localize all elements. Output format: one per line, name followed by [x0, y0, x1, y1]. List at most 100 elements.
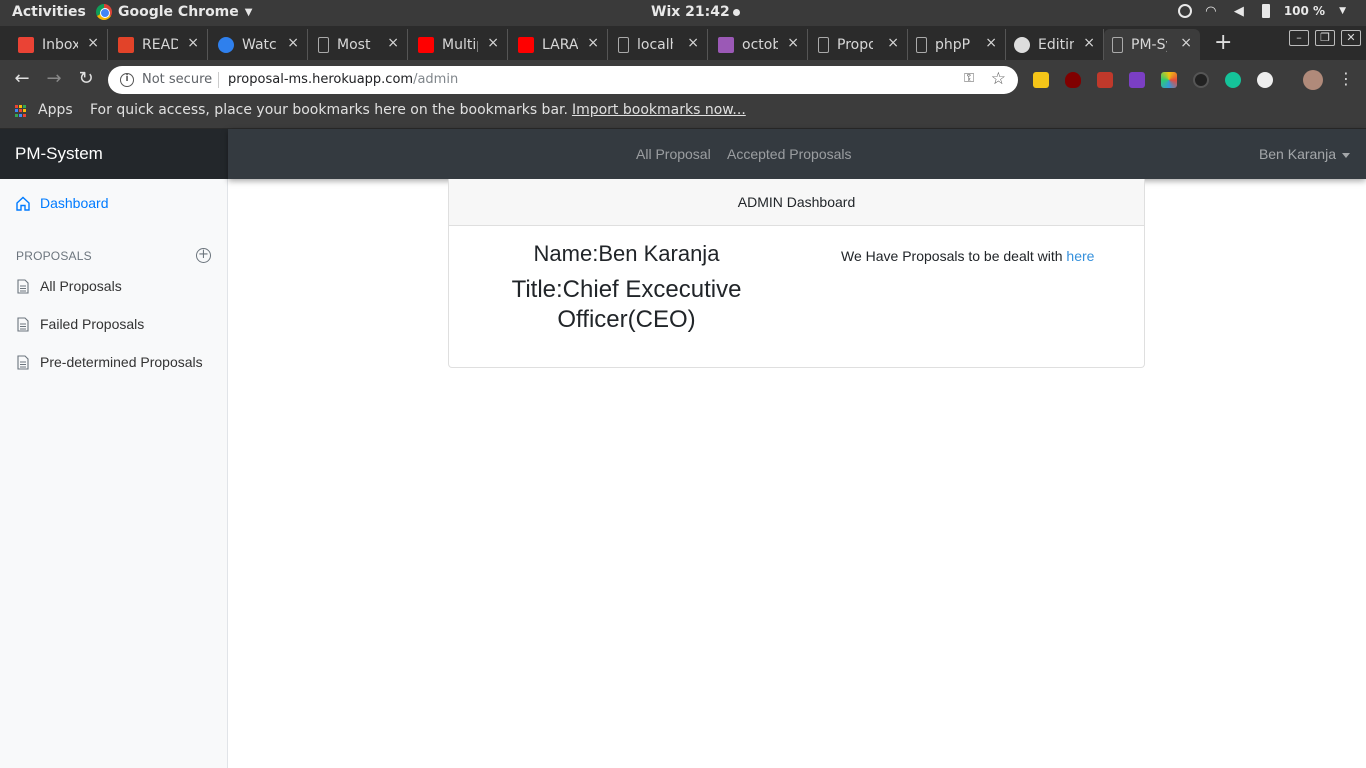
- security-label: Not secure: [142, 72, 213, 87]
- extension-ublock-icon[interactable]: [1065, 72, 1081, 88]
- sidebar-item-failed-proposals[interactable]: Failed Proposals: [16, 316, 144, 332]
- tab-title: Most: [337, 36, 371, 53]
- address-bar[interactable]: i Not secure proposal-ms.herokuapp.com/a…: [108, 66, 1018, 94]
- nav-accepted-proposals[interactable]: Accepted Proposals: [727, 146, 852, 162]
- browser-toolbar: ← → ↻ i Not secure proposal-ms.herokuapp…: [0, 60, 1366, 100]
- apps-shortcut[interactable]: Apps: [38, 102, 73, 118]
- app-menu[interactable]: Google Chrome ▼: [96, 4, 252, 20]
- bookmarks-bar: Apps For quick access, place your bookma…: [0, 100, 1366, 129]
- tab-title: PM-System: [1131, 36, 1167, 53]
- close-tab-icon[interactable]: ×: [487, 35, 499, 51]
- volume-icon: ◀: [1233, 4, 1244, 19]
- forward-button[interactable]: →: [42, 68, 66, 89]
- sidebar-item-predetermined-proposals[interactable]: Pre-determined Proposals: [16, 354, 203, 370]
- close-tab-icon[interactable]: ×: [787, 35, 799, 51]
- dashboard-card: ADMIN Dashboard Name:Ben Karanja Title:C…: [448, 179, 1145, 368]
- extension-cube-icon[interactable]: [1129, 72, 1145, 88]
- extension-grammarly-icon[interactable]: [1225, 72, 1241, 88]
- hashtag-icon: [718, 36, 734, 53]
- file-icon: [17, 278, 29, 294]
- sidebar-item-label: Failed Proposals: [40, 316, 145, 332]
- sidebar-item-label: All Proposals: [40, 278, 122, 294]
- back-button[interactable]: ←: [10, 68, 34, 89]
- close-tab-icon[interactable]: ×: [587, 35, 599, 51]
- apps-grid-icon[interactable]: [15, 105, 27, 117]
- location-icon: [1177, 4, 1192, 18]
- tab-title: Inbox: [42, 36, 78, 53]
- close-tab-icon[interactable]: ×: [1180, 35, 1192, 51]
- close-tab-icon[interactable]: ×: [687, 35, 699, 51]
- new-tab-button[interactable]: +: [1214, 30, 1232, 55]
- tab-title: Editing: [1038, 36, 1074, 53]
- extension-circle-icon[interactable]: [1193, 72, 1209, 88]
- user-dropdown[interactable]: Ben Karanja: [1259, 146, 1350, 162]
- minimize-button[interactable]: –: [1289, 30, 1309, 46]
- close-tab-icon[interactable]: ×: [287, 35, 299, 51]
- import-bookmarks-link[interactable]: Import bookmarks now...: [572, 102, 746, 118]
- browser-tab[interactable]: Proposal ×: [810, 29, 908, 60]
- extension-dots-icon[interactable]: [1257, 72, 1273, 88]
- browser-tab[interactable]: Editing ×: [1006, 29, 1104, 60]
- here-link[interactable]: here: [1066, 248, 1094, 264]
- extension-plus-icon[interactable]: [1097, 72, 1113, 88]
- browser-tab[interactable]: octobre ×: [710, 29, 808, 60]
- close-tab-icon[interactable]: ×: [985, 35, 997, 51]
- web-page: Dashboard PROPOSALS + All Proposals Fail…: [0, 129, 1366, 768]
- close-window-button[interactable]: ✕: [1341, 30, 1361, 46]
- system-status-area[interactable]: ◠ ◀ 100 % ▼: [1177, 4, 1346, 19]
- sidebar: Dashboard PROPOSALS + All Proposals Fail…: [0, 129, 228, 768]
- tab-title: octobre: [742, 36, 778, 53]
- play-circle-icon: [218, 36, 234, 53]
- github-icon: [1014, 36, 1030, 53]
- browser-tab[interactable]: Multiple ×: [410, 29, 508, 60]
- notification-dot-icon: [732, 8, 740, 16]
- browser-tab[interactable]: localhost ×: [610, 29, 708, 60]
- gmail-icon: [18, 36, 34, 53]
- browser-tab[interactable]: Most ×: [310, 29, 408, 60]
- caret-down-icon: [1342, 152, 1350, 158]
- extension-notes-icon[interactable]: [1033, 72, 1049, 88]
- document-icon: [1112, 36, 1123, 53]
- youtube-icon: [418, 36, 434, 53]
- close-tab-icon[interactable]: ×: [87, 35, 99, 51]
- tab-title: Multiple: [442, 36, 478, 53]
- clock[interactable]: Wix 21:42: [651, 4, 740, 20]
- close-tab-icon[interactable]: ×: [1083, 35, 1095, 51]
- nav-all-proposal[interactable]: All Proposal: [636, 146, 711, 162]
- card-header: ADMIN Dashboard: [449, 179, 1144, 226]
- file-icon: [17, 316, 29, 332]
- browser-tab[interactable]: phpProposal ×: [908, 29, 1006, 60]
- app-menu-label: Google Chrome: [118, 4, 239, 20]
- bookmark-star-icon[interactable]: ☆: [991, 69, 1006, 89]
- chrome-icon: [96, 4, 112, 20]
- info-icon[interactable]: i: [120, 73, 134, 87]
- key-icon[interactable]: ⚿: [964, 71, 974, 86]
- close-tab-icon[interactable]: ×: [187, 35, 199, 51]
- url-text[interactable]: proposal-ms.herokuapp.com/admin: [228, 72, 458, 87]
- add-proposal-icon[interactable]: +: [196, 248, 211, 263]
- browser-tab[interactable]: Inbox ×: [10, 29, 108, 60]
- proposals-notice: We Have Proposals to be dealt with here: [841, 248, 1094, 264]
- reload-button[interactable]: ↻: [74, 68, 98, 89]
- close-tab-icon[interactable]: ×: [887, 35, 899, 51]
- sidebar-item-label: Pre-determined Proposals: [40, 354, 203, 370]
- sidebar-item-all-proposals[interactable]: All Proposals: [16, 278, 122, 294]
- url-host: proposal-ms.herokuapp.com: [228, 72, 414, 87]
- restore-button[interactable]: ❐: [1315, 30, 1335, 46]
- sidebar-item-dashboard[interactable]: Dashboard: [16, 195, 109, 211]
- user-name: Ben Karanja: [1258, 146, 1336, 162]
- close-tab-icon[interactable]: ×: [387, 35, 399, 51]
- chevron-down-icon: ▼: [1339, 6, 1346, 16]
- brand-logo[interactable]: PM-System: [0, 129, 228, 179]
- tab-title: LARAVEL: [542, 36, 578, 53]
- browser-tab[interactable]: PM-System ×: [1104, 29, 1200, 60]
- browser-tab[interactable]: README ×: [110, 29, 208, 60]
- profile-avatar[interactable]: [1303, 70, 1323, 90]
- activities-button[interactable]: Activities: [12, 4, 86, 20]
- tab-title: README: [142, 36, 178, 53]
- tab-strip: Inbox×README×Watch×Most×Multiple×LARAVEL…: [0, 26, 1366, 60]
- browser-tab[interactable]: Watch ×: [210, 29, 308, 60]
- menu-kebab-icon[interactable]: ⋮: [1338, 69, 1354, 88]
- extension-color-picker-icon[interactable]: [1161, 72, 1177, 88]
- browser-tab[interactable]: LARAVEL ×: [510, 29, 608, 60]
